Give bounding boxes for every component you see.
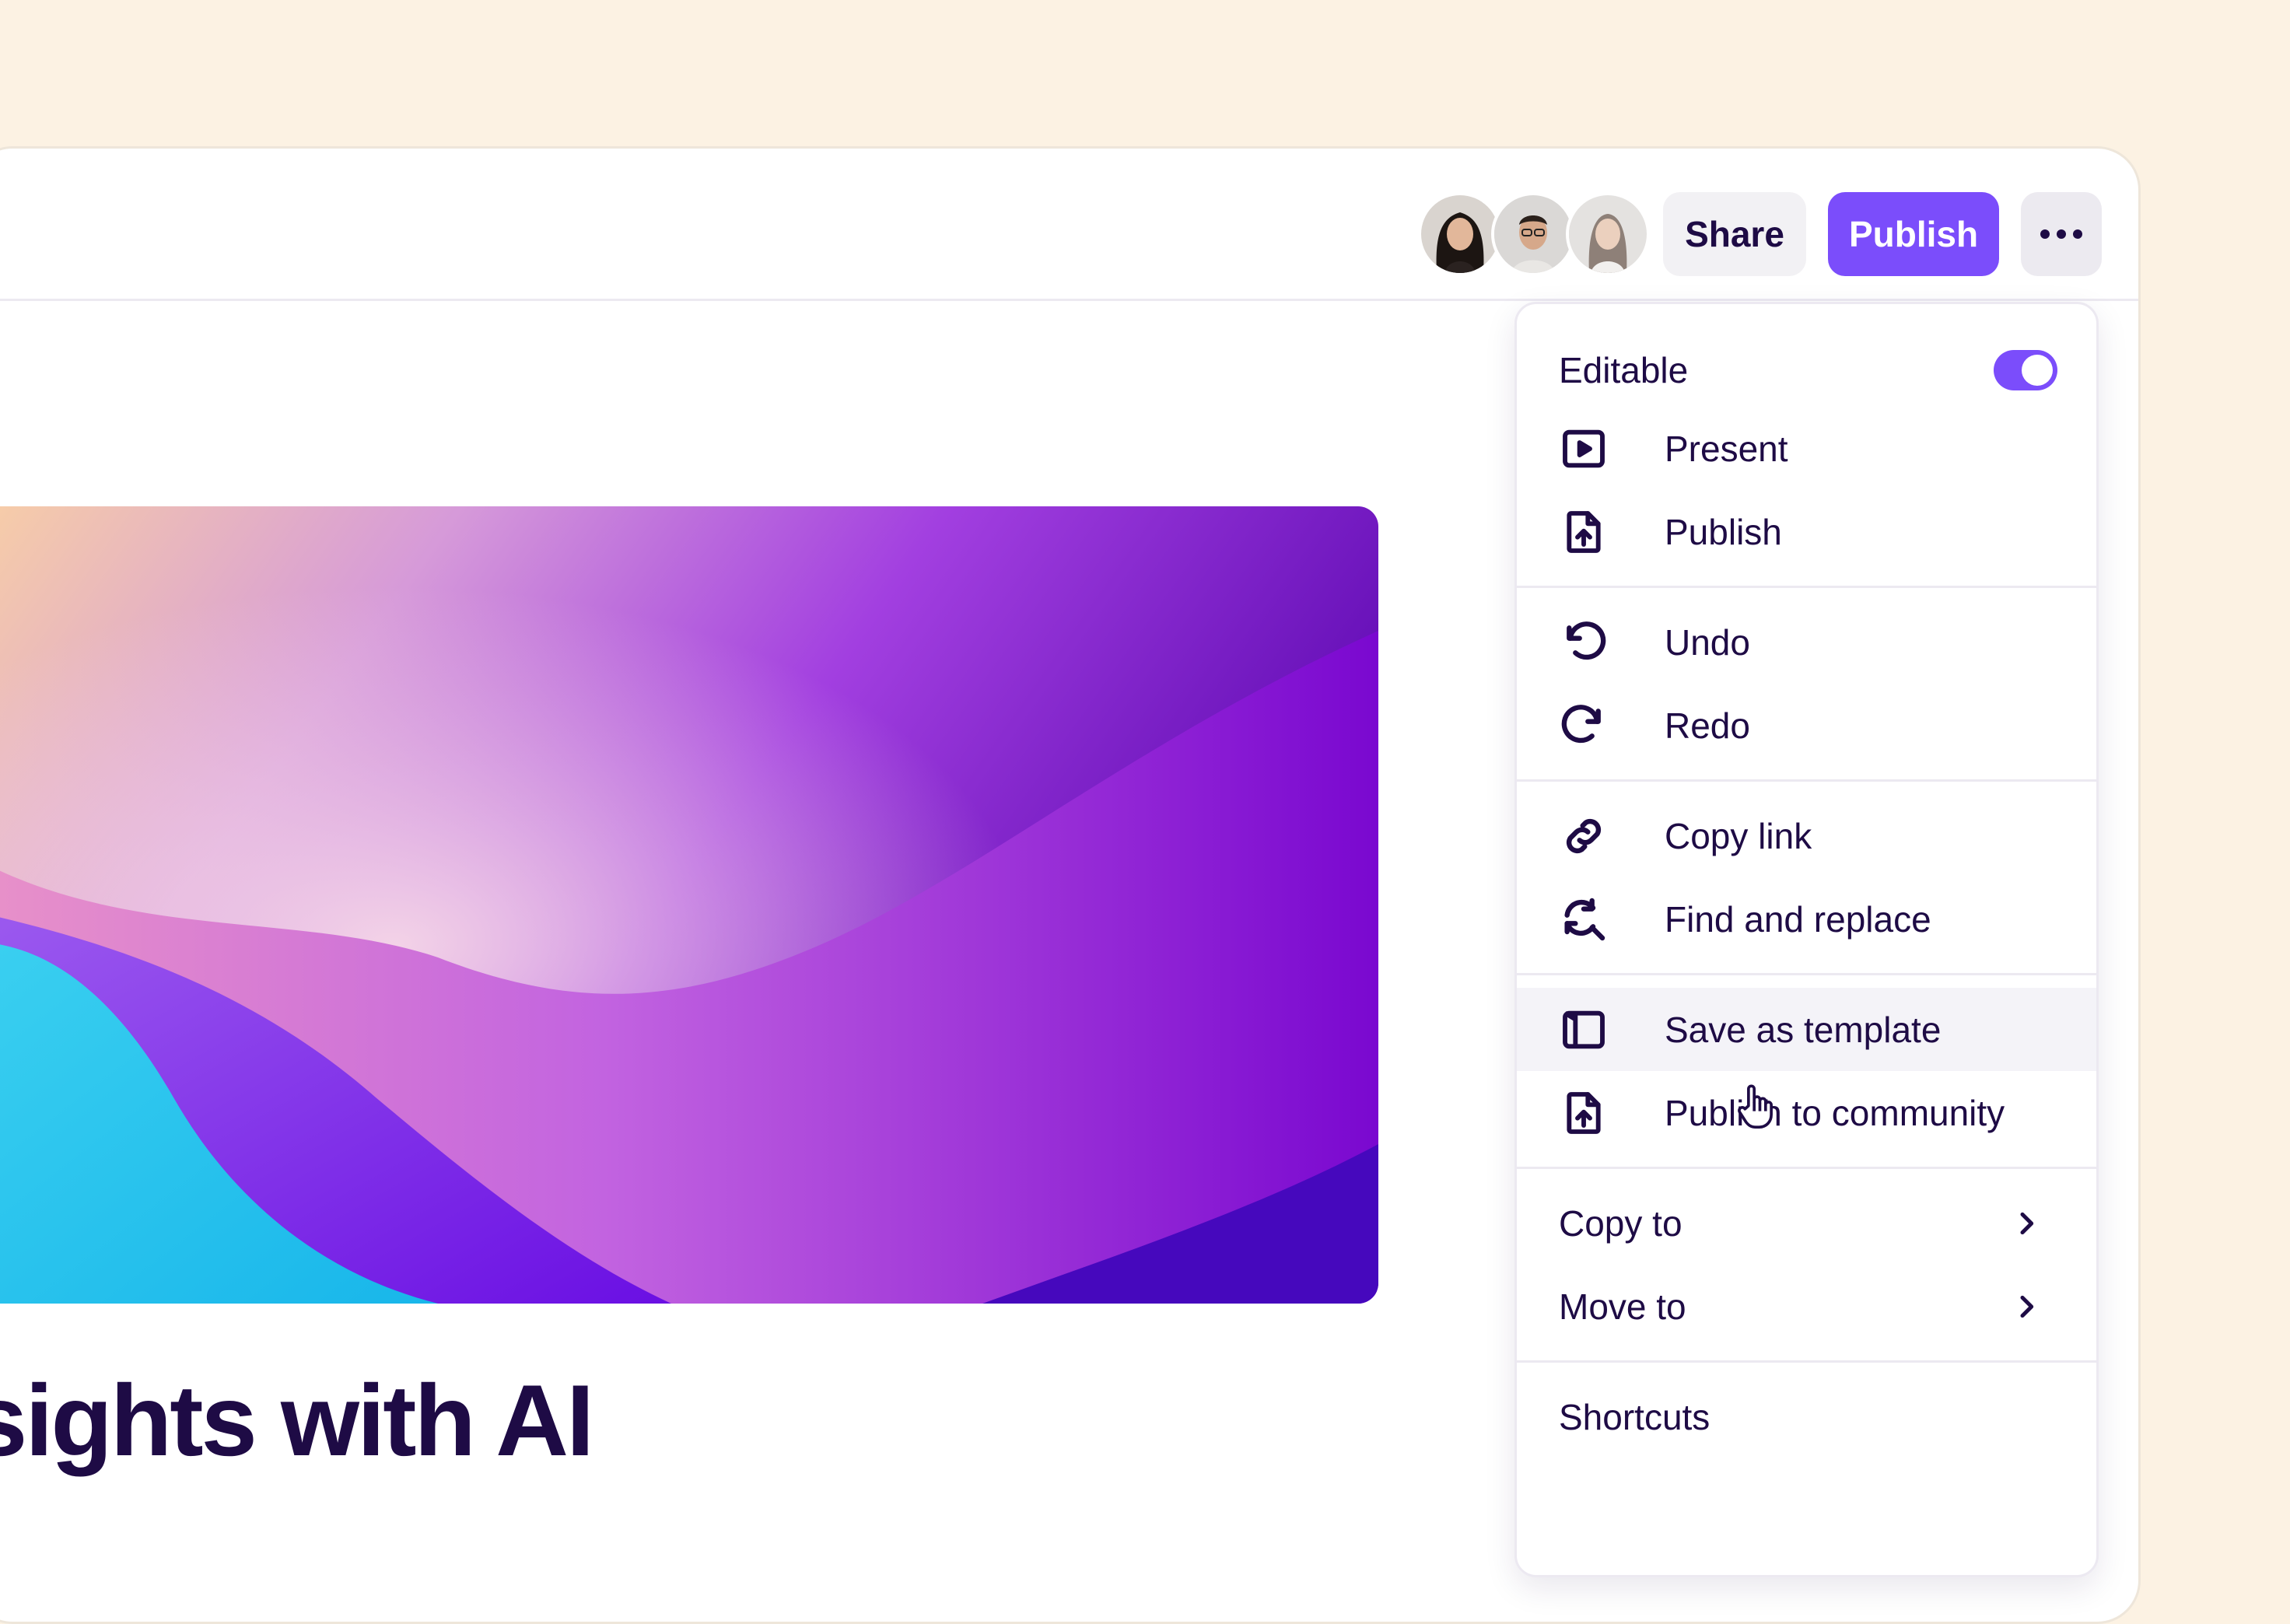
menu-section-move: Copy to Move to — [1517, 1169, 2096, 1363]
menu-section-editable: Editable Present Publish — [1517, 304, 2096, 588]
publish-button[interactable]: Publish — [1828, 192, 1999, 276]
menu-item-move-to[interactable]: Move to — [1517, 1265, 2096, 1348]
menu-item-save-as-template[interactable]: Save as template — [1517, 988, 2096, 1071]
more-options-button[interactable] — [2021, 192, 2102, 276]
menu-item-undo[interactable]: Undo — [1517, 600, 2096, 684]
menu-section-tools: Copy link Find and replace — [1517, 782, 2096, 975]
document-title[interactable]: sights with AI — [0, 1362, 594, 1479]
menu-item-label: Redo — [1665, 705, 1750, 746]
menu-section-template: Save as template Publish to community — [1517, 975, 2096, 1169]
menu-item-label: Find and replace — [1665, 898, 1931, 940]
avatar-man-glasses[interactable] — [1491, 192, 1575, 276]
toggle-knob — [2022, 355, 2053, 386]
menu-item-publish-to-community[interactable]: Publish to community — [1517, 1071, 2096, 1154]
menu-item-publish[interactable]: Publish — [1517, 490, 2096, 573]
options-menu: Editable Present Publish Undo Redo Copy … — [1514, 302, 2099, 1577]
share-button[interactable]: Share — [1663, 192, 1806, 276]
menu-section-history: Undo Redo — [1517, 588, 2096, 782]
menu-section-shortcuts: Shortcuts — [1517, 1363, 2096, 1471]
menu-item-label: Publish to community — [1665, 1092, 2005, 1133]
menu-item-copy-link[interactable]: Copy link — [1517, 794, 2096, 877]
menu-item-label: Save as template — [1665, 1009, 1942, 1050]
chevron-right-icon — [2011, 1291, 2042, 1322]
undo-icon — [1559, 618, 1609, 667]
collaborator-avatars[interactable] — [1418, 192, 1650, 276]
link-icon — [1559, 811, 1609, 861]
menu-item-editable[interactable]: Editable — [1517, 334, 2096, 407]
avatar-woman-light[interactable] — [1566, 192, 1650, 276]
find-replace-icon — [1559, 894, 1609, 944]
menu-item-label: Copy link — [1665, 815, 1812, 856]
menu-item-redo[interactable]: Redo — [1517, 684, 2096, 767]
publish-community-icon — [1559, 1088, 1609, 1138]
publish-icon — [1559, 507, 1609, 557]
menu-item-label: Present — [1665, 428, 1788, 469]
menu-item-find-replace[interactable]: Find and replace — [1517, 877, 2096, 961]
menu-item-label: Copy to — [1559, 1202, 1682, 1244]
chevron-right-icon — [2011, 1208, 2042, 1239]
menu-item-label: Publish — [1665, 511, 1782, 552]
editable-toggle[interactable] — [1994, 350, 2057, 390]
cover-image — [0, 506, 1378, 1304]
template-icon — [1559, 1005, 1609, 1055]
menu-item-label: Editable — [1559, 350, 1689, 390]
top-bar: Share Publish — [0, 149, 2138, 301]
menu-item-label: Shortcuts — [1559, 1396, 1710, 1437]
present-icon — [1559, 424, 1609, 474]
menu-item-copy-to[interactable]: Copy to — [1517, 1181, 2096, 1265]
menu-item-label: Move to — [1559, 1286, 1686, 1327]
more-horizontal-icon — [2040, 229, 2082, 239]
menu-item-present[interactable]: Present — [1517, 407, 2096, 490]
menu-item-shortcuts[interactable]: Shortcuts — [1517, 1375, 2096, 1458]
avatar-woman-dark-hair[interactable] — [1418, 192, 1502, 276]
redo-icon — [1559, 701, 1609, 751]
menu-item-label: Undo — [1665, 621, 1750, 663]
